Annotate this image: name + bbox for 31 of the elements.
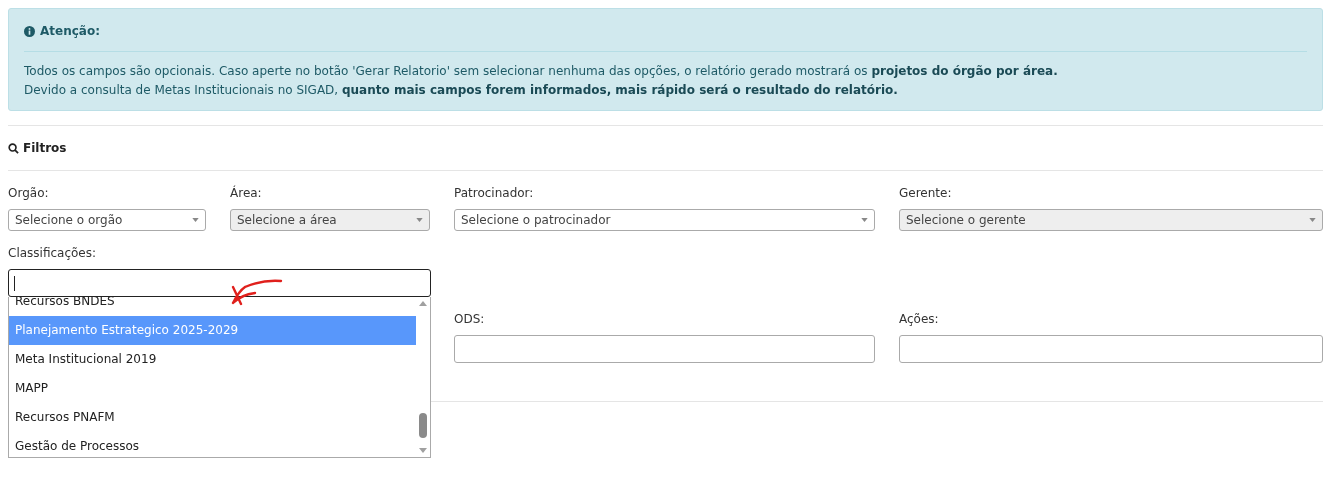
caret-icon [1309, 218, 1316, 222]
dropdown-option[interactable]: Recursos PNAFM [9, 403, 416, 432]
search-field[interactable] [8, 269, 431, 297]
dropdown-option[interactable]: MAPP [9, 374, 416, 403]
dropdown-option[interactable]: Gestão de Processos [9, 432, 416, 457]
alert-text: Devido a consulta de Metas Institucionais no SIGAD, quanto mais campos forem informados, mais rápido será o resultado do relatório. [24, 82, 899, 99]
field-label: ODS: [454, 311, 486, 327]
input-field[interactable] [899, 335, 1323, 363]
scroll-up-icon[interactable] [419, 301, 427, 306]
scroll-thumb[interactable] [419, 413, 427, 438]
input-field[interactable] [454, 335, 875, 363]
caret-icon [861, 218, 868, 222]
field-label: Área: [230, 185, 263, 201]
info-icon [24, 25, 35, 37]
scroll-down-icon[interactable] [419, 448, 427, 453]
caret-icon [192, 218, 199, 222]
alert-title: Atenção: [40, 24, 100, 38]
dropdown-option[interactable]: Meta Institucional 2019 [9, 345, 416, 374]
text-cursor-icon [14, 275, 15, 291]
field-label: Gerente: [899, 185, 953, 201]
search-icon [8, 142, 19, 154]
field-label: Ações: [899, 311, 940, 327]
alert-text: Todos os campos são opcionais. Caso aperte no botão 'Gerar Relatorio' sem selecionar nenhuma das opções, o relatório gerado mostrará os projetos do órgão por área. [24, 63, 1059, 80]
field-label: Orgão: [8, 185, 50, 201]
select-field[interactable]: Selecione o patrocinador [454, 209, 875, 231]
field-label: Patrocinador: [454, 185, 535, 201]
select-field[interactable]: Selecione o orgão [8, 209, 206, 231]
arrow-drawing [229, 277, 285, 307]
section-title: Filtros [23, 141, 67, 155]
caret-icon [416, 218, 423, 222]
field-label: Classificações: [8, 245, 98, 261]
